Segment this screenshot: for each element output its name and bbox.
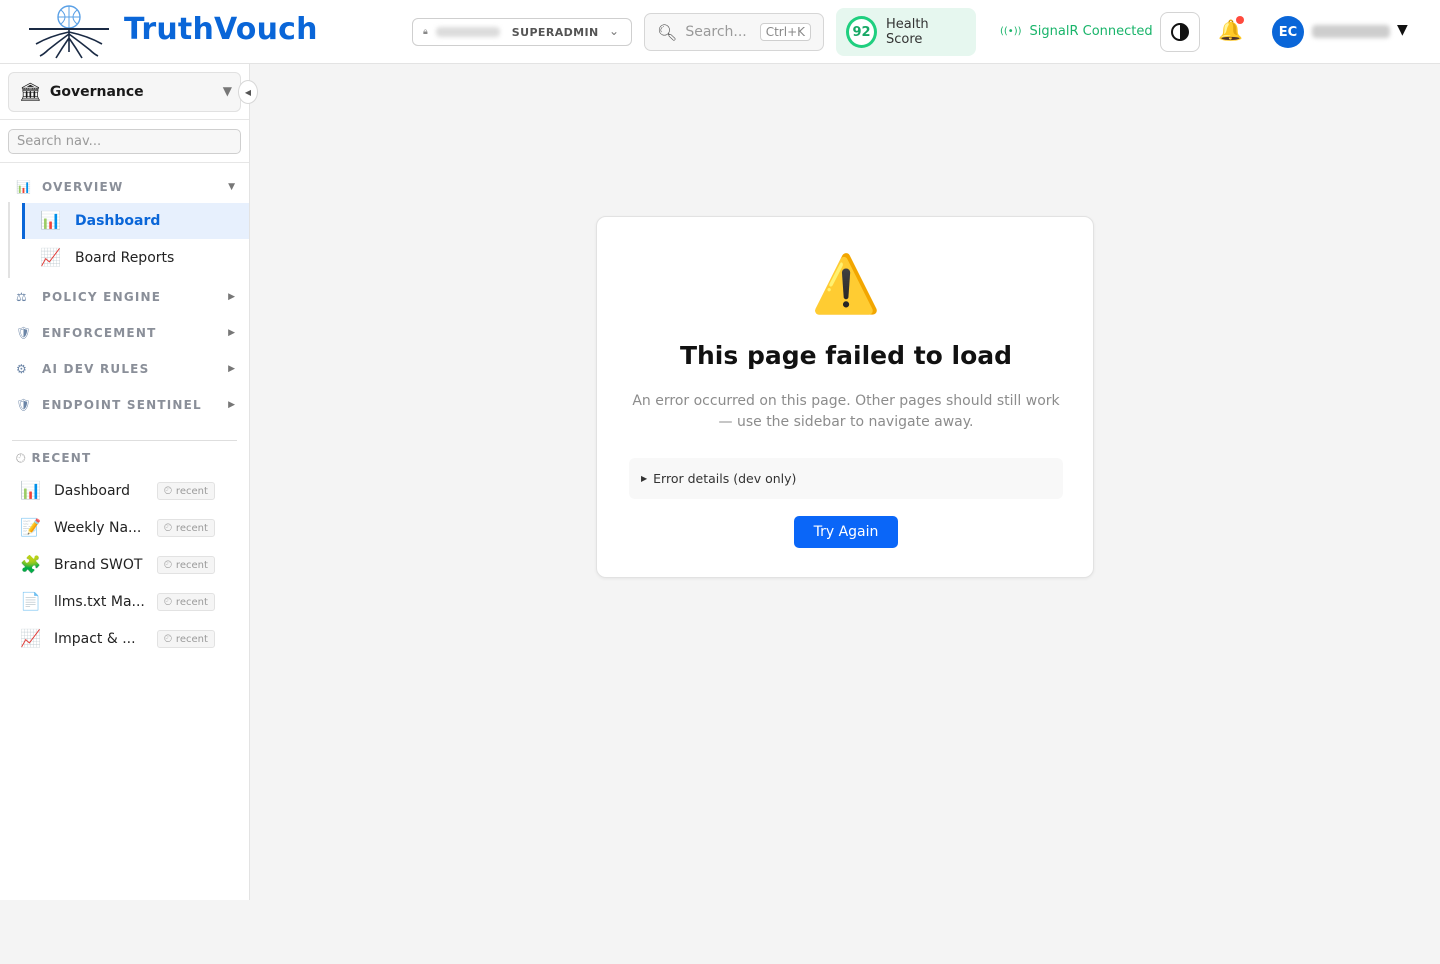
scales-icon: ⚖ bbox=[16, 290, 27, 304]
notification-dot bbox=[1236, 16, 1244, 24]
workspace-label: Governance bbox=[49, 84, 144, 100]
sidebar-item-label: Dashboard bbox=[75, 213, 161, 229]
sidebar: 🏛 Governance ▼ ◀ 📊 OVERVIEW ▼ 📊 Dashboar… bbox=[0, 64, 258, 900]
nav-section-policy-engine[interactable]: ⚖ POLICY ENGINE ▶ bbox=[0, 283, 249, 311]
line-chart-icon: 📈 bbox=[20, 629, 42, 649]
recent-item-brand-swot[interactable]: 🧩 Brand SWOT 🕘︎ recent bbox=[12, 547, 237, 583]
lock-icon: 🔒︎ bbox=[423, 27, 428, 37]
warning-icon: ⚠️ bbox=[811, 252, 881, 317]
nav-section-enforcement[interactable]: 🛡 ENFORCEMENT ▶ bbox=[0, 319, 249, 347]
chevron-down-icon: ▼ bbox=[228, 182, 235, 192]
nav-search-input[interactable] bbox=[8, 129, 241, 154]
error-details-label: Error details (dev only) bbox=[653, 471, 797, 486]
nav-section-label: OVERVIEW bbox=[42, 180, 124, 194]
nav-section-label: ENDPOINT SENTINEL bbox=[42, 398, 202, 412]
user-menu-chevron-icon[interactable]: ▼ bbox=[1397, 22, 1408, 38]
recent-item-label: Weekly Na... bbox=[54, 520, 142, 536]
nav-section-label: AI DEV RULES bbox=[42, 362, 150, 376]
recent-item-weekly[interactable]: 📝 Weekly Na... 🕘︎ recent bbox=[12, 510, 237, 546]
document-icon: 📄 bbox=[20, 592, 42, 612]
top-bar: TruthVouch 🔒︎ SUPERADMIN ⌄ 🔍︎ Ctrl+K 92 … bbox=[0, 0, 1440, 64]
try-again-button[interactable]: Try Again bbox=[794, 516, 898, 548]
recent-badge: 🕘︎ recent bbox=[157, 556, 215, 574]
workspace-selector[interactable]: 🏛 Governance ▼ bbox=[8, 72, 241, 112]
nav-section-overview[interactable]: 📊 OVERVIEW ▼ bbox=[0, 173, 249, 201]
shield-icon: 🛡 bbox=[16, 398, 32, 412]
chevron-right-icon: ▶ bbox=[228, 364, 235, 374]
user-name-redacted[interactable] bbox=[1312, 25, 1390, 38]
clock-icon: 🕘︎ bbox=[164, 596, 172, 608]
health-score-widget[interactable]: 92 Health Score bbox=[836, 8, 976, 56]
nav-tree-line bbox=[8, 202, 10, 278]
bar-chart-icon: 📊 bbox=[40, 211, 62, 231]
chevron-down-icon: ⌄ bbox=[608, 24, 619, 38]
chevron-down-icon: ▼ bbox=[222, 84, 232, 98]
recent-item-dashboard[interactable]: 📊 Dashboard 🕘︎ recent bbox=[12, 473, 237, 509]
nav-section-endpoint-sentinel[interactable]: 🛡 ENDPOINT SENTINEL ▶ bbox=[0, 391, 249, 419]
avatar[interactable]: EC bbox=[1272, 16, 1304, 48]
recent-item-impact[interactable]: 📈 Impact & ... 🕘︎ recent bbox=[12, 621, 237, 657]
nav-section-ai-dev-rules[interactable]: ⚙ AI DEV RULES ▶ bbox=[0, 355, 249, 383]
nav-section-label: POLICY ENGINE bbox=[42, 290, 162, 304]
connection-status: ((•)) SignalR Connected bbox=[1000, 24, 1153, 39]
clock-icon: 🕘︎ bbox=[164, 633, 172, 645]
connection-status-text: SignalR Connected bbox=[1029, 24, 1153, 39]
memo-icon: 📝 bbox=[20, 518, 42, 538]
clock-icon: 🕘︎ bbox=[164, 559, 172, 571]
error-details-toggle[interactable]: ▶ Error details (dev only) bbox=[629, 458, 1063, 499]
search-icon: 🔍︎ bbox=[657, 22, 678, 42]
line-chart-icon: 📈 bbox=[40, 248, 62, 268]
tenant-role-badge: SUPERADMIN bbox=[511, 25, 599, 39]
search-shortcut-hint: Ctrl+K bbox=[759, 23, 811, 41]
recent-badge: 🕘︎ recent bbox=[157, 519, 215, 537]
health-score-label: Health Score bbox=[885, 17, 929, 47]
gear-icon: ⚙ bbox=[16, 362, 27, 376]
chevron-right-icon: ▶ bbox=[228, 292, 235, 302]
recent-item-label: Dashboard bbox=[54, 483, 130, 499]
contrast-icon bbox=[1171, 23, 1189, 41]
puzzle-icon: 🧩 bbox=[20, 555, 42, 575]
nav-section-label: ENFORCEMENT bbox=[42, 326, 157, 340]
recent-item-label: llms.txt Ma... bbox=[54, 594, 145, 610]
tenant-selector[interactable]: 🔒︎ SUPERADMIN ⌄ bbox=[412, 18, 632, 46]
collapse-sidebar-button[interactable]: ◀ bbox=[238, 80, 258, 104]
theme-toggle-button[interactable] bbox=[1160, 12, 1200, 52]
triangle-right-icon: ▶ bbox=[641, 474, 648, 483]
recent-item-llms-txt[interactable]: 📄 llms.txt Ma... 🕘︎ recent bbox=[12, 584, 237, 620]
broadcast-icon: ((•)) bbox=[1000, 26, 1022, 37]
clock-icon: 🕘︎ bbox=[164, 522, 172, 534]
clock-icon: 🕘︎ bbox=[164, 485, 172, 497]
health-score-value: 92 bbox=[846, 16, 877, 48]
recent-heading: 🕘︎ RECENT bbox=[16, 450, 91, 466]
tenant-name-redacted bbox=[435, 27, 500, 37]
divider bbox=[12, 440, 237, 441]
bar-chart-icon: 📊 bbox=[16, 180, 31, 194]
chevron-right-icon: ▶ bbox=[228, 400, 235, 410]
error-description: An error occurred on this page. Other pa… bbox=[632, 393, 1060, 430]
shield-icon: 🛡 bbox=[16, 326, 32, 340]
chevron-right-icon: ▶ bbox=[228, 328, 235, 338]
global-search[interactable]: 🔍︎ Ctrl+K bbox=[644, 13, 824, 51]
error-card: ⚠️ This page failed to load An error occ… bbox=[596, 216, 1094, 578]
recent-heading-label: RECENT bbox=[31, 451, 92, 465]
divider bbox=[0, 119, 249, 120]
recent-badge: 🕘︎ recent bbox=[157, 630, 215, 648]
sidebar-item-dashboard[interactable]: 📊 Dashboard bbox=[22, 203, 249, 239]
logo-tree-icon bbox=[29, 5, 109, 59]
global-search-input[interactable] bbox=[685, 24, 758, 40]
recent-item-label: Impact & ... bbox=[54, 631, 136, 647]
clock-icon: 🕘︎ bbox=[16, 450, 26, 465]
recent-badge: 🕘︎ recent bbox=[157, 593, 215, 611]
brand-name: TruthVouch bbox=[124, 12, 318, 47]
bar-chart-icon: 📊 bbox=[20, 481, 42, 501]
divider bbox=[0, 162, 249, 163]
sidebar-item-board-reports[interactable]: 📈 Board Reports bbox=[22, 240, 249, 276]
sidebar-item-label: Board Reports bbox=[75, 250, 175, 266]
recent-item-label: Brand SWOT bbox=[54, 557, 143, 573]
bank-icon: 🏛 bbox=[19, 81, 42, 103]
recent-badge: 🕘︎ recent bbox=[157, 482, 215, 500]
notifications-button[interactable]: 🔔 bbox=[1218, 16, 1244, 42]
error-title: This page failed to load bbox=[679, 341, 1013, 370]
